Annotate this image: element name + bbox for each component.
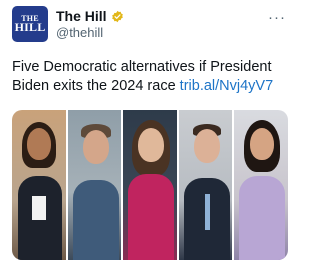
tweet-text: Five Democratic alternatives if Presiden… bbox=[12, 58, 288, 96]
portrait-1 bbox=[12, 110, 66, 260]
portrait-5 bbox=[234, 110, 288, 260]
portrait-2 bbox=[67, 110, 122, 260]
tweet-link[interactable]: trib.al/Nvj4yV7 bbox=[180, 78, 273, 94]
tweet-header: THE HILL The Hill @thehill bbox=[12, 6, 124, 42]
avatar[interactable]: THE HILL bbox=[12, 6, 48, 42]
portrait-3 bbox=[123, 110, 177, 260]
portrait-4 bbox=[178, 110, 233, 260]
name-row: The Hill bbox=[56, 8, 124, 24]
more-options-icon[interactable]: ··· bbox=[268, 10, 286, 25]
handle[interactable]: @thehill bbox=[56, 25, 124, 40]
verified-badge-icon bbox=[111, 10, 123, 22]
tweet-image[interactable] bbox=[12, 110, 288, 260]
author-info: The Hill @thehill bbox=[56, 8, 124, 40]
display-name[interactable]: The Hill bbox=[56, 8, 107, 24]
logo-text-bottom: HILL bbox=[14, 20, 46, 35]
tweet-card[interactable]: THE HILL The Hill @thehill ··· Five Demo… bbox=[0, 0, 300, 269]
